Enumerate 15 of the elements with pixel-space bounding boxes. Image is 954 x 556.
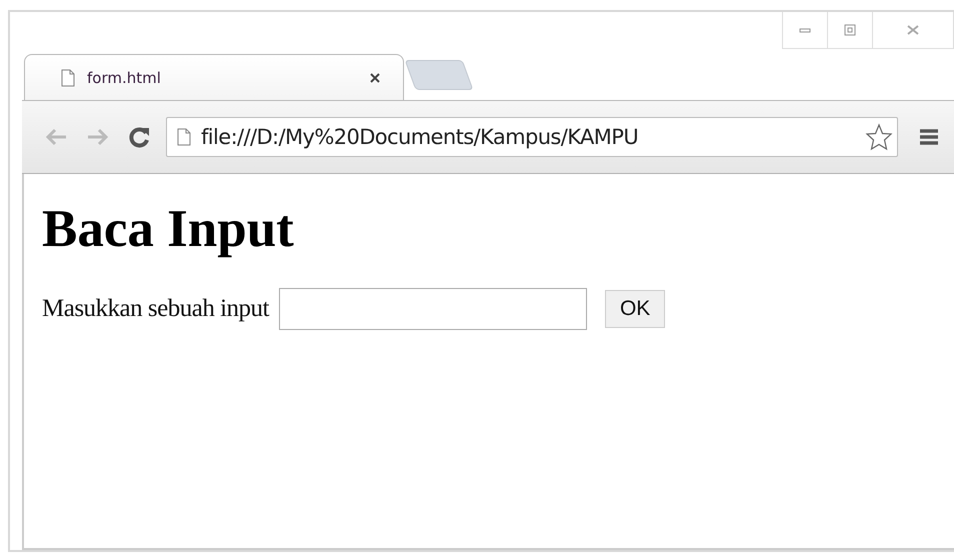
document-icon: [61, 68, 75, 86]
menu-icon[interactable]: [918, 127, 940, 147]
ok-button[interactable]: OK: [604, 290, 666, 328]
input-label: Masukkan sebuah input: [42, 295, 269, 324]
star-icon[interactable]: [865, 123, 893, 151]
document-icon: [177, 128, 191, 146]
close-icon: [907, 25, 919, 35]
page-heading: Baca Input: [42, 200, 294, 258]
input-field[interactable]: [278, 288, 587, 330]
minimize-icon: [799, 27, 811, 33]
address-bar[interactable]: file:///D:/My%20Documents/Kampus/KAMPU: [166, 117, 898, 157]
maximize-icon: [844, 24, 856, 36]
browser-tab[interactable]: form.html: [24, 54, 404, 100]
new-tab-button[interactable]: [404, 60, 474, 90]
close-icon[interactable]: [369, 72, 381, 84]
